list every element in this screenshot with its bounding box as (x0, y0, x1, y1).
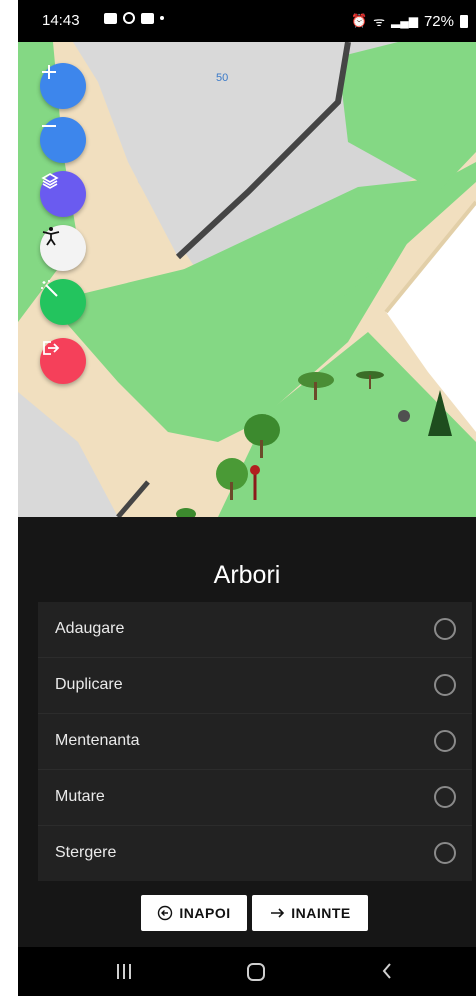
magic-wand-icon (41, 280, 58, 297)
accessibility-button[interactable] (40, 225, 86, 271)
arrow-left-circle-icon (158, 905, 173, 921)
option-label: Adaugare (55, 620, 125, 637)
option-label: Duplicare (55, 676, 123, 693)
layers-icon (41, 173, 59, 189)
next-button-label: INAINTE (291, 905, 351, 921)
minus-icon (42, 125, 56, 127)
back-button[interactable]: INAPOI (141, 895, 247, 931)
gallery-icon (104, 12, 117, 24)
status-bar: 14:43 ⏰ ᯤ ▂▄▆ 72% (18, 0, 476, 42)
recents-icon[interactable] (117, 964, 131, 979)
plus-icon (42, 65, 56, 79)
logout-button[interactable] (40, 338, 86, 384)
options-list: Adaugare Duplicare Mentenanta Mutare Ste… (38, 602, 472, 881)
back-button-label: INAPOI (179, 905, 231, 921)
status-time: 14:43 (42, 12, 80, 29)
option-label: Mentenanta (55, 732, 140, 749)
layers-button[interactable] (40, 171, 86, 217)
sheet-title: Arbori (213, 561, 281, 589)
battery-icon (460, 14, 468, 28)
radio-button[interactable] (434, 842, 456, 864)
option-label: Mutare (55, 788, 105, 805)
more-notifications-icon (160, 16, 164, 20)
home-icon[interactable] (247, 963, 265, 981)
option-adaugare[interactable]: Adaugare (38, 602, 472, 658)
map-label: 50 (216, 72, 229, 84)
radio-button[interactable] (434, 786, 456, 808)
system-nav-bar (18, 947, 476, 996)
signal-icon: ▂▄▆ (391, 14, 418, 28)
option-stergere[interactable]: Stergere (38, 826, 472, 881)
radio-button[interactable] (434, 674, 456, 696)
message-icon (141, 12, 154, 24)
zoom-out-button[interactable] (40, 117, 86, 163)
wifi-icon: ᯤ (373, 14, 385, 29)
phone-screen: 14:43 ⏰ ᯤ ▂▄▆ 72% 50 Arbori Adaugare Dup… (18, 0, 476, 996)
arrow-right-icon (271, 908, 285, 918)
battery-percent: 72% (423, 12, 454, 30)
radio-button[interactable] (434, 618, 456, 640)
option-mentenanta[interactable]: Mentenanta (38, 714, 472, 770)
accessibility-icon (42, 227, 60, 246)
alarm-icon: ⏰ (350, 13, 368, 28)
magic-wand-button[interactable] (40, 279, 86, 325)
zoom-in-button[interactable] (40, 63, 86, 109)
option-label: Stergere (55, 844, 117, 861)
back-icon[interactable] (381, 961, 393, 981)
map-view[interactable]: 50 (18, 42, 476, 517)
map-canvas (18, 42, 476, 517)
option-mutare[interactable]: Mutare (38, 770, 472, 826)
option-duplicare[interactable]: Duplicare (38, 658, 472, 714)
whatsapp-icon (123, 12, 135, 24)
bottom-sheet: Arbori Adaugare Duplicare Mentenanta Mut… (18, 517, 476, 947)
radio-button[interactable] (434, 730, 456, 752)
next-button[interactable]: INAINTE (252, 895, 368, 931)
logout-icon (43, 341, 60, 355)
